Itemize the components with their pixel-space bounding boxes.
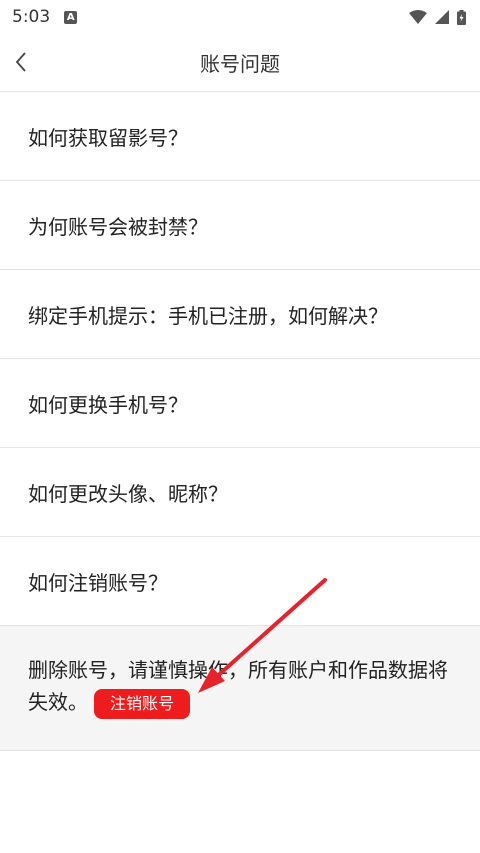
answer-text: 删除账号，请谨慎操作，所有账户和作品数据将失效。 [28,658,448,714]
status-bar: 5:03 A [0,0,480,34]
cancel-account-button[interactable]: 注销账号 [94,688,191,719]
app-header: 账号问题 [0,34,480,92]
back-arrow-icon[interactable] [10,48,34,76]
signal-icon [435,10,449,24]
faq-item[interactable]: 绑定手机提示：手机已注册，如何解决？ [0,270,480,359]
faq-item[interactable]: 如何更改头像、昵称？ [0,448,480,537]
faq-item-label: 如何注销账号？ [28,570,168,595]
faq-item-label: 如何更换手机号？ [28,392,188,417]
battery-icon [457,9,466,25]
status-time: 5:03 [12,7,51,27]
wifi-icon [409,10,427,24]
faq-item-label: 如何更改头像、昵称？ [28,481,228,506]
faq-list: 如何获取留影号？ 为何账号会被封禁？ 绑定手机提示：手机已注册，如何解决？ 如何… [0,92,480,626]
faq-item-label: 如何获取留影号？ [28,125,188,150]
faq-item-label: 绑定手机提示：手机已注册，如何解决？ [28,303,388,328]
faq-item-delete-account[interactable]: 如何注销账号？ [0,537,480,626]
faq-item[interactable]: 如何更换手机号？ [0,359,480,448]
faq-item[interactable]: 如何获取留影号？ [0,92,480,181]
faq-answer-panel: 删除账号，请谨慎操作，所有账户和作品数据将失效。 注销账号 [0,626,480,751]
page-title: 账号问题 [200,52,280,76]
notification-a-icon: A [64,10,78,24]
faq-item[interactable]: 为何账号会被封禁？ [0,181,480,270]
faq-item-label: 为何账号会被封禁？ [28,214,208,239]
